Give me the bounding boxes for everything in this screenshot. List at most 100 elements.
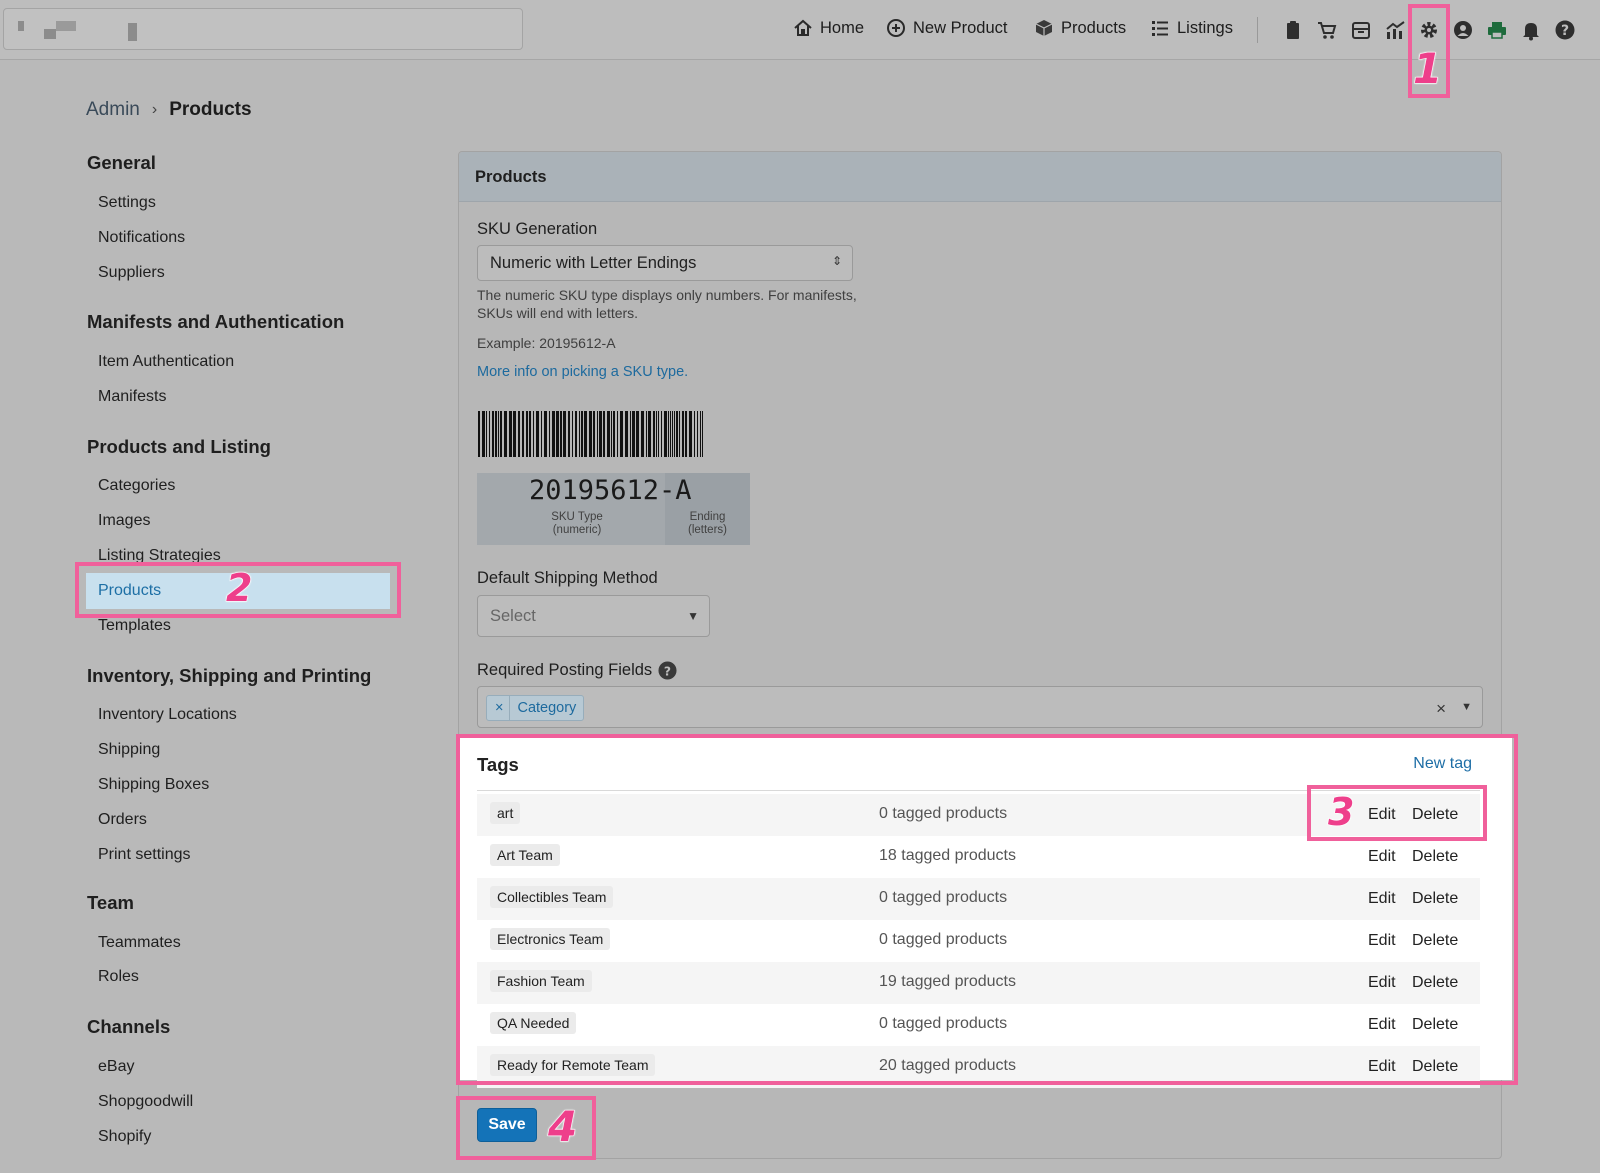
- barcode-bar: [682, 411, 684, 457]
- barcode-bar: [522, 411, 524, 457]
- redacted-text: [18, 21, 24, 31]
- sidebar-section-general: General: [87, 152, 156, 173]
- sidebar-item-shopgoodwill[interactable]: Shopgoodwill: [98, 1093, 193, 1111]
- sidebar-item-item-authentication[interactable]: Item Authentication: [98, 353, 234, 371]
- sidebar-item-shipping-boxes[interactable]: Shipping Boxes: [98, 776, 209, 794]
- required-field-chip: × Category: [486, 695, 585, 721]
- archive-icon[interactable]: [1350, 19, 1372, 41]
- shipping-method-placeholder: Select: [490, 607, 536, 625]
- barcode-bar: [478, 411, 480, 457]
- sku-type-caption-1: SKU Type: [551, 511, 603, 523]
- sidebar-item-shipping[interactable]: Shipping: [98, 741, 160, 759]
- annotation-number-2: 2: [225, 566, 253, 611]
- barcode-bar: [632, 411, 635, 457]
- sku-generation-value: Numeric with Letter Endings: [490, 254, 697, 272]
- barcode-bar: [568, 411, 570, 457]
- barcode-bar: [549, 411, 550, 457]
- cart-icon[interactable]: [1316, 19, 1338, 41]
- list-icon: [1152, 21, 1168, 36]
- sidebar-item-categories[interactable]: Categories: [98, 477, 175, 495]
- breadcrumb-current: Products: [169, 99, 252, 120]
- sku-generation-select[interactable]: Numeric with Letter Endings ⇕: [477, 245, 853, 281]
- sidebar-item-settings[interactable]: Settings: [98, 194, 156, 212]
- sidebar-item-templates[interactable]: Templates: [98, 617, 171, 635]
- sidebar-section-team: Team: [87, 892, 134, 913]
- chip-label: Category: [517, 700, 577, 716]
- barcode-bar: [509, 411, 512, 457]
- sku-ending-caption-2: (letters): [688, 524, 727, 536]
- printer-icon[interactable]: [1486, 19, 1508, 41]
- sidebar-item-suppliers[interactable]: Suppliers: [98, 264, 165, 282]
- sku-info-link[interactable]: More info on picking a SKU type.: [477, 364, 688, 380]
- bell-icon[interactable]: [1520, 19, 1542, 41]
- sidebar-item-inventory-locations[interactable]: Inventory Locations: [98, 706, 237, 724]
- barcode-bar: [593, 411, 595, 457]
- sidebar-section-inventory: Inventory, Shipping and Printing: [87, 665, 372, 686]
- question-icon[interactable]: ?: [658, 661, 677, 680]
- barcode-bar: [518, 411, 520, 457]
- barcode-bar: [589, 411, 592, 457]
- sku-help-line-1: The numeric SKU type displays only numbe…: [477, 287, 857, 303]
- barcode-bar: [556, 411, 559, 457]
- barcode-bar: [489, 411, 490, 457]
- chart-icon[interactable]: [1384, 19, 1406, 41]
- barcode-bar: [664, 411, 667, 457]
- nav-listings[interactable]: Listings: [1150, 18, 1233, 38]
- clipboard-icon[interactable]: [1282, 19, 1304, 41]
- barcode-bar: [658, 411, 659, 457]
- nav-new-product[interactable]: New Product: [886, 18, 1007, 38]
- barcode-bar: [482, 411, 485, 457]
- barcode-image: [478, 411, 703, 457]
- barcode-bar: [579, 411, 580, 457]
- sidebar-item-orders[interactable]: Orders: [98, 811, 147, 829]
- required-fields-select[interactable]: × ▼: [477, 686, 1483, 728]
- clear-icon[interactable]: ×: [1436, 699, 1446, 719]
- help-icon[interactable]: ?: [1554, 19, 1576, 41]
- search-input[interactable]: [3, 8, 523, 50]
- caret-down-icon: ▼: [1461, 701, 1472, 713]
- barcode-bar: [500, 411, 502, 457]
- chip-remove-icon[interactable]: ×: [487, 696, 511, 720]
- sidebar-item-shopify[interactable]: Shopify: [98, 1128, 151, 1146]
- barcode-bar: [533, 411, 534, 457]
- sidebar-item-manifests[interactable]: Manifests: [98, 388, 166, 406]
- barcode-bar: [636, 411, 639, 457]
- shipping-method-select[interactable]: Select ▼: [477, 595, 710, 637]
- barcode-bar: [536, 411, 539, 457]
- barcode-bar: [685, 411, 687, 457]
- chevron-right-icon: ›: [151, 101, 158, 118]
- sidebar-section-products-listing: Products and Listing: [87, 436, 271, 457]
- barcode-bar: [572, 411, 573, 457]
- barcode-bar: [700, 411, 701, 457]
- barcode-bar: [648, 411, 651, 457]
- sidebar-item-ebay[interactable]: eBay: [98, 1058, 134, 1076]
- nav-home-label: Home: [820, 18, 865, 37]
- home-icon: [794, 19, 812, 36]
- barcode-bar: [646, 411, 647, 457]
- user-icon[interactable]: [1452, 19, 1474, 41]
- breadcrumb-admin-link[interactable]: Admin: [86, 99, 140, 121]
- required-fields-label: Required Posting Fields: [477, 661, 653, 679]
- shipping-method-label: Default Shipping Method: [477, 569, 658, 587]
- sku-generation-label: SKU Generation: [477, 220, 598, 238]
- caret-down-icon: ▼: [687, 609, 699, 623]
- breadcrumb: Admin › Products: [86, 99, 252, 121]
- redacted-text: [128, 23, 137, 41]
- barcode-bar: [504, 411, 507, 457]
- barcode-bar: [697, 411, 698, 457]
- barcode-bar: [656, 411, 657, 457]
- sidebar-item-notifications[interactable]: Notifications: [98, 229, 185, 247]
- sidebar-item-roles[interactable]: Roles: [98, 968, 139, 986]
- redacted-text: [56, 21, 76, 31]
- sidebar-item-print-settings[interactable]: Print settings: [98, 846, 190, 864]
- barcode-bar: [702, 411, 703, 457]
- toolbar-divider: [1257, 17, 1258, 43]
- sku-ending-caption-1: Ending: [689, 511, 726, 523]
- barcode-bar: [694, 411, 695, 457]
- barcode-bar: [661, 411, 662, 457]
- nav-home[interactable]: Home: [793, 18, 864, 38]
- nav-products[interactable]: Products: [1034, 18, 1126, 38]
- plus-circle-icon: [887, 19, 905, 37]
- sidebar-item-teammates[interactable]: Teammates: [98, 934, 181, 952]
- sidebar-item-images[interactable]: Images: [98, 512, 150, 530]
